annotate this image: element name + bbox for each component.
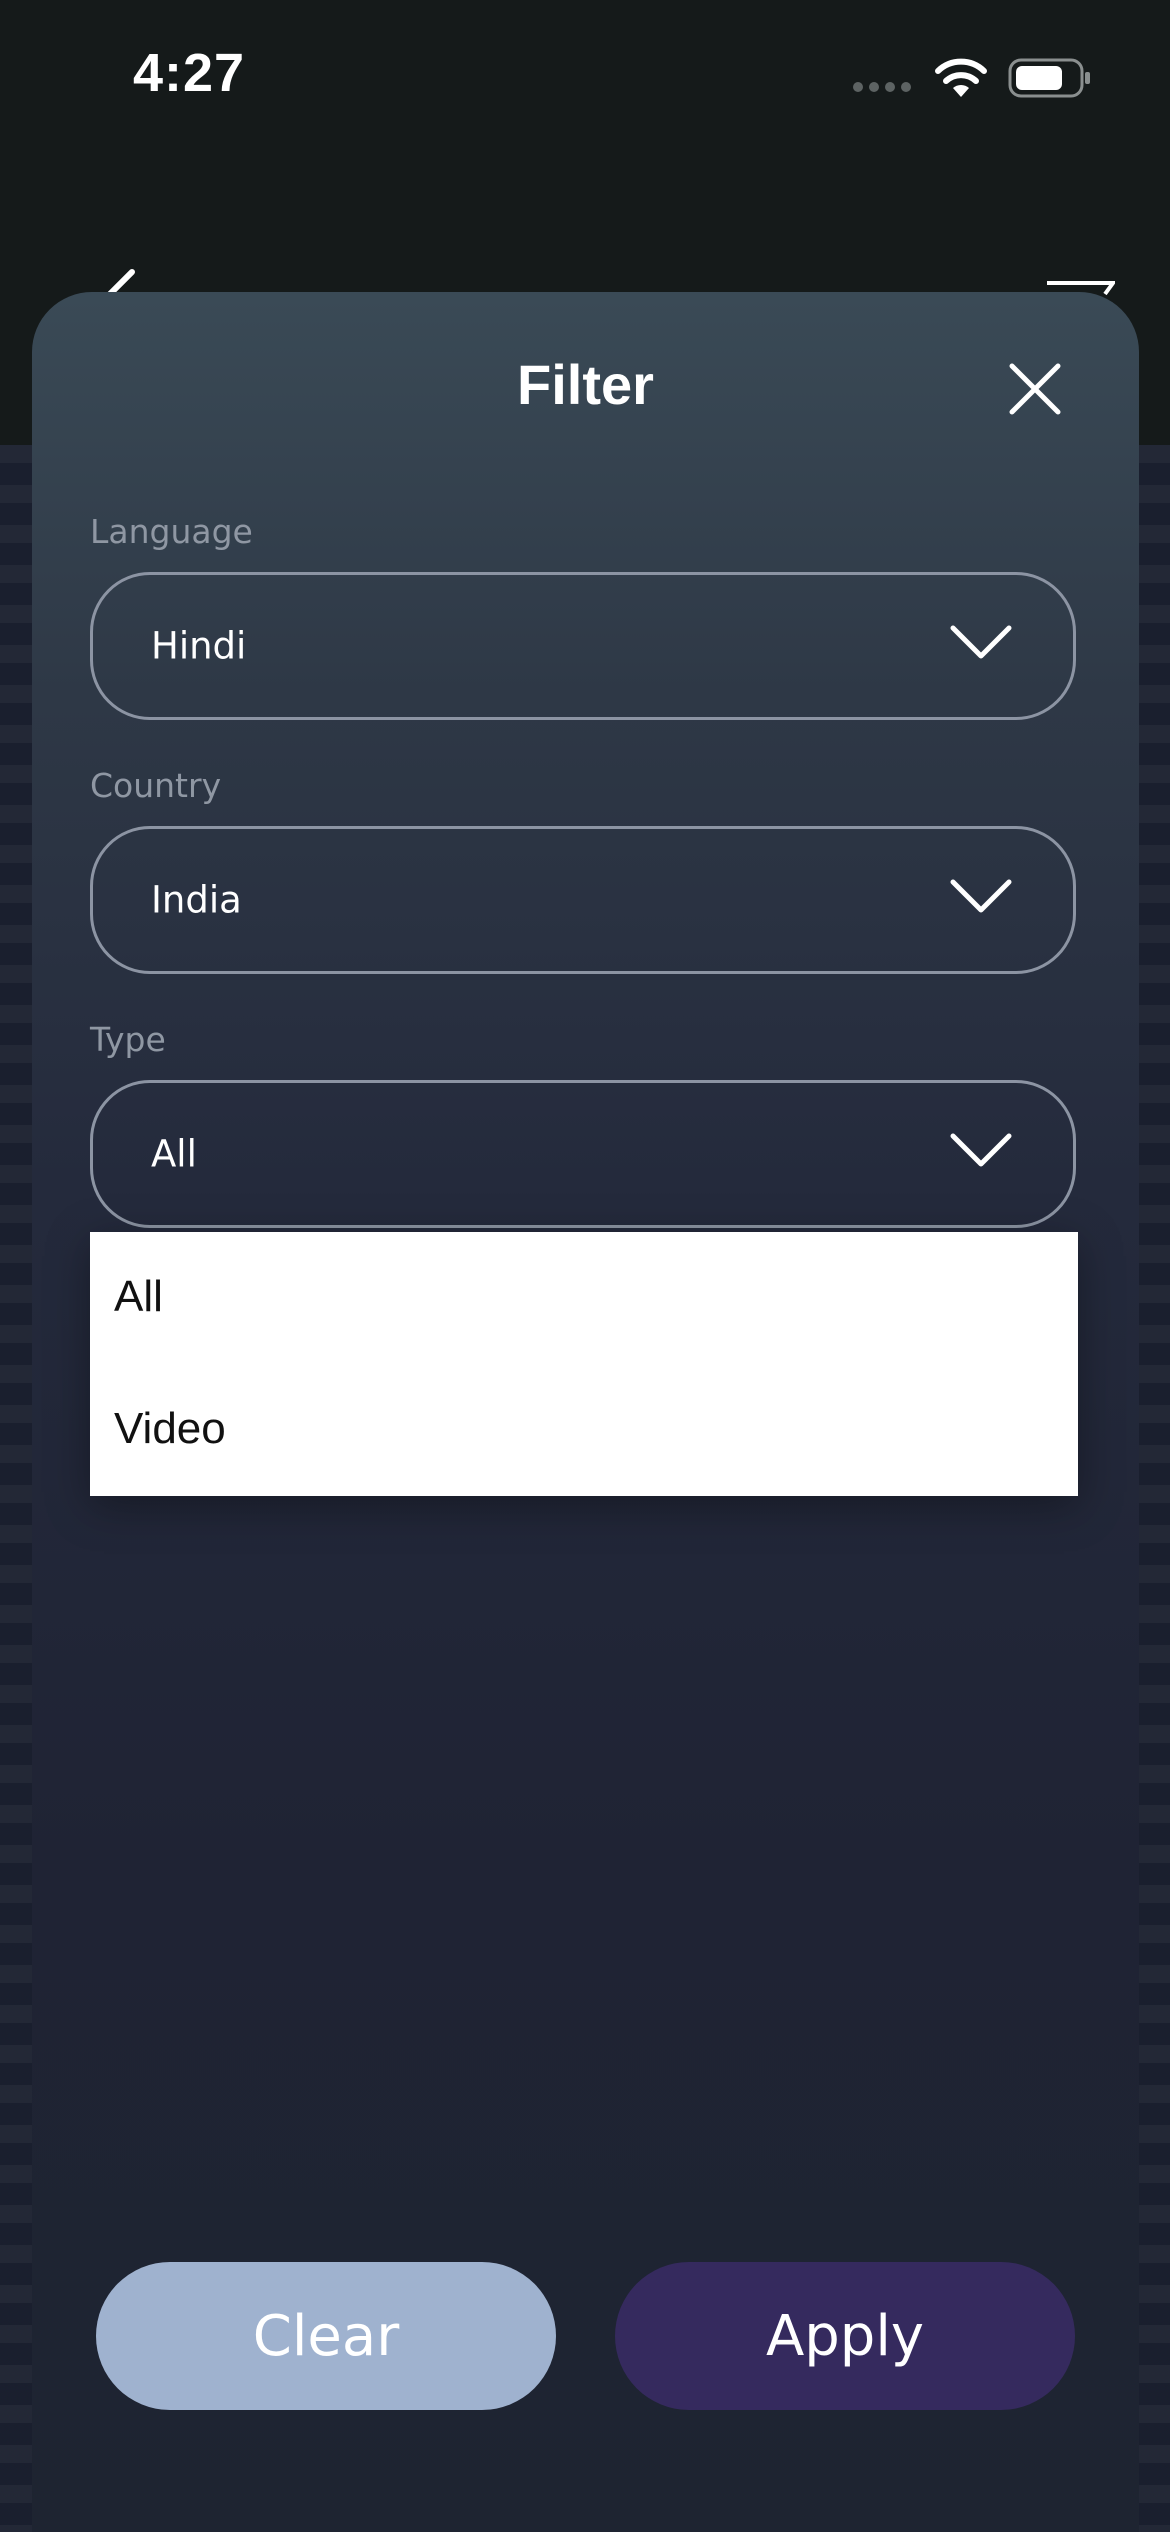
type-select[interactable]: All [90, 1080, 1076, 1228]
type-value: All [151, 1132, 197, 1176]
country-select[interactable]: India [90, 826, 1076, 974]
wifi-icon [935, 58, 987, 97]
sheet-title: Filter [517, 353, 654, 416]
status-bar: 4:27 [0, 0, 1170, 150]
battery-icon [1008, 58, 1090, 98]
language-label: Language [90, 512, 253, 551]
close-icon[interactable] [1000, 354, 1070, 424]
screen: 4:27 Filter Language Hindi Country India… [0, 0, 1170, 2532]
language-select[interactable]: Hindi [90, 572, 1076, 720]
dropdown-option-all[interactable]: All [114, 1272, 163, 1322]
type-dropdown-menu: All Video [90, 1232, 1078, 1496]
type-label: Type [90, 1020, 166, 1059]
apply-button[interactable]: Apply [615, 2262, 1075, 2410]
cellular-signal-icon [853, 82, 911, 92]
filter-sheet: Filter Language Hindi Country India Type… [32, 292, 1139, 2532]
country-value: India [151, 878, 242, 922]
language-value: Hindi [151, 624, 247, 668]
chevron-down-icon [950, 879, 1012, 913]
chevron-down-icon [950, 625, 1012, 659]
country-label: Country [90, 766, 222, 805]
status-time: 4:27 [133, 43, 246, 103]
clear-button[interactable]: Clear [96, 2262, 556, 2410]
dropdown-option-video[interactable]: Video [114, 1404, 226, 1454]
chevron-down-icon [950, 1133, 1012, 1167]
